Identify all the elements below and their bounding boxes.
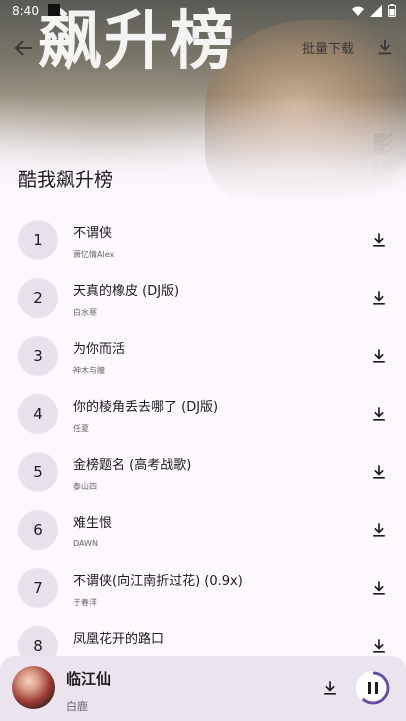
rank-badge: 6 — [18, 510, 58, 550]
list-item[interactable]: 4 你的棱角丢去哪了 (DJ版) 任夏 — [0, 386, 406, 444]
arrow-left-icon — [14, 40, 32, 56]
song-artist: 白水寒 — [73, 308, 97, 317]
song-download-button[interactable] — [369, 636, 389, 656]
download-icon — [324, 681, 336, 695]
album-cover[interactable] — [12, 666, 55, 709]
progress-ring — [356, 671, 390, 705]
rank-badge: 2 — [18, 278, 58, 318]
song-title: 金榜题名 (高考战歌) — [73, 458, 192, 473]
song-artist: 神木与瞳 — [73, 366, 105, 375]
status-bar: 8:40 — [0, 0, 406, 22]
song-artist: DAWN — [73, 539, 98, 548]
song-title: 难生恨 — [73, 516, 113, 531]
now-playing-artist: 白鹿 — [66, 700, 88, 713]
song-artist: 泰山四 — [73, 482, 97, 491]
wifi-icon — [352, 6, 364, 16]
song-title: 为你而活 — [73, 342, 126, 357]
download-icon — [373, 233, 385, 247]
song-artist: 萧忆情Alex — [73, 250, 115, 259]
download-icon — [373, 291, 385, 305]
song-download-button[interactable] — [369, 520, 389, 540]
rank-badge: 4 — [18, 394, 58, 434]
download-icon — [378, 39, 392, 55]
page-title: 酷我飙升榜 — [18, 169, 114, 191]
download-icon — [373, 581, 385, 595]
list-item[interactable]: 1 不谓侠萧忆情Alex — [0, 212, 406, 270]
song-download-button[interactable] — [369, 404, 389, 424]
rank-badge: 5 — [18, 452, 58, 492]
play-pause-button[interactable] — [355, 670, 391, 706]
song-title: 天真的橡皮 (DJ版) — [73, 284, 180, 299]
list-item[interactable]: 3 为你而活神木与瞳 — [0, 328, 406, 386]
download-icon — [373, 523, 385, 537]
song-download-button[interactable] — [369, 346, 389, 366]
song-artist: 任夏 — [73, 424, 89, 433]
list-item[interactable]: 5 金榜题名 (高考战歌) 泰山四 — [0, 444, 406, 502]
download-all-button[interactable] — [374, 36, 396, 58]
song-download-button[interactable] — [369, 578, 389, 598]
battery-icon — [388, 4, 396, 17]
song-artist: 于春洋 — [73, 598, 97, 607]
song-download-button[interactable] — [369, 462, 389, 482]
download-icon — [373, 465, 385, 479]
download-icon — [373, 407, 385, 421]
song-title: 不谓侠 — [73, 226, 113, 241]
song-title: 你的棱角丢去哪了 (DJ版) — [73, 400, 219, 415]
list-item[interactable]: 2 天真的橡皮 (DJ版) 白水寒 — [0, 270, 406, 328]
rank-badge: 1 — [18, 220, 58, 260]
rank-badge: 7 — [18, 568, 58, 608]
top-app-bar: 批量下载 — [0, 28, 406, 66]
download-icon — [373, 349, 385, 363]
song-list: 1 不谓侠萧忆情Alex 2 天真的橡皮 (DJ版) 白水寒 3 为你而活神木与瞳 4 你的棱角… — [0, 212, 406, 676]
player-download-button[interactable] — [320, 678, 340, 698]
song-title: 凤凰花开的路口 — [73, 632, 165, 647]
now-playing-title: 临江仙 — [66, 670, 112, 688]
list-item[interactable]: 6 难生恨 DAWN — [0, 502, 406, 560]
batch-download-button[interactable]: 批量下载 — [302, 38, 354, 57]
song-download-button[interactable] — [369, 230, 389, 250]
download-icon — [373, 639, 385, 653]
status-icons — [352, 4, 396, 17]
rank-badge: 3 — [18, 336, 58, 376]
notification-icon — [48, 4, 60, 16]
mini-player[interactable]: 临江仙 白鹿 — [0, 656, 406, 721]
song-title: 不谓侠(向江南折过花) (0.9x) — [73, 574, 243, 589]
list-item[interactable]: 7 不谓侠(向江南折过花) (0.9x) 于春洋 — [0, 560, 406, 618]
song-download-button[interactable] — [369, 288, 389, 308]
signal-icon — [370, 4, 382, 17]
status-time: 8:40 — [12, 4, 39, 18]
back-button[interactable] — [12, 36, 36, 60]
